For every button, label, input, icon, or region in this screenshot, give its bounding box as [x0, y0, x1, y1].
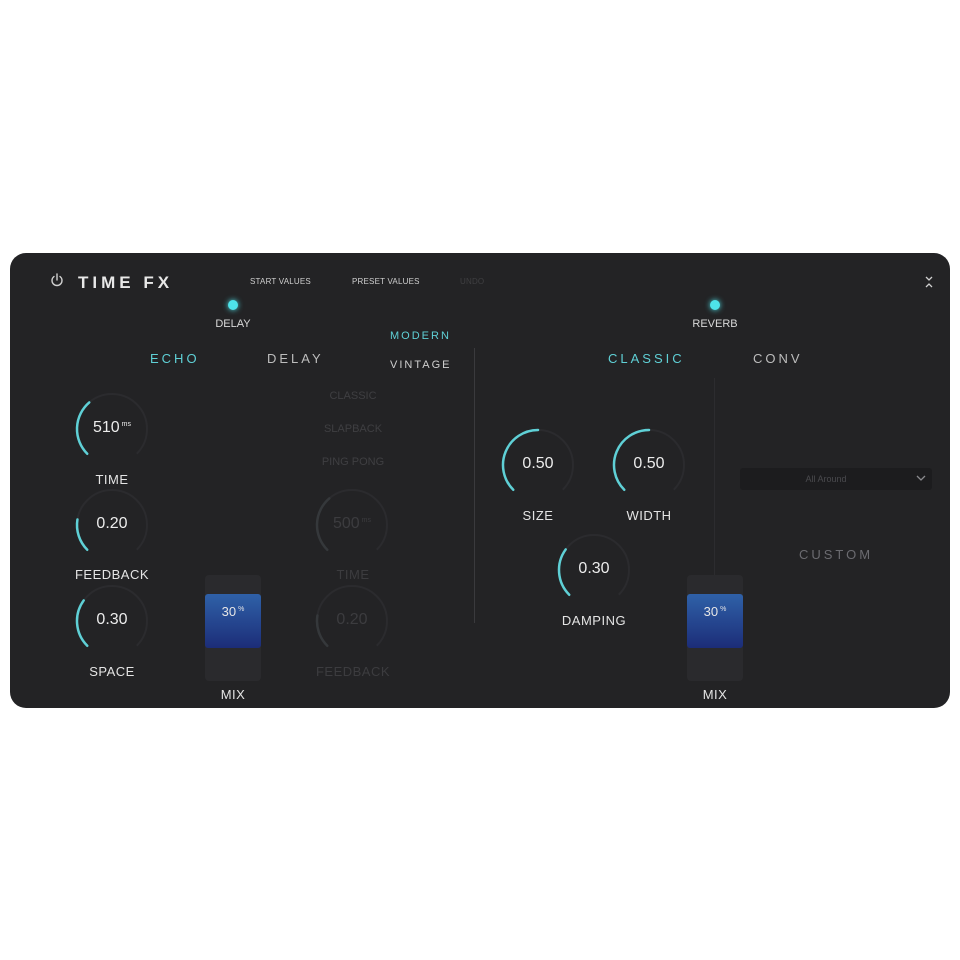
delay-mode-classic[interactable]: CLASSIC: [329, 390, 376, 402]
delay-feedback-knob[interactable]: 0.20: [314, 583, 390, 659]
custom-button[interactable]: CUSTOM: [799, 547, 873, 562]
time-knob-value: 510 ms: [92, 419, 132, 436]
width-knob-value: 0.50: [633, 455, 665, 472]
delay-feedback-knob-value: 0.20: [336, 611, 368, 628]
delay-time-knob[interactable]: 500 ms: [314, 487, 390, 563]
chevron-down-icon: [916, 475, 926, 481]
time-fx-panel: TIME FX START VALUES PRESET VALUES UNDO …: [10, 253, 950, 708]
delay-mix-fill: 30%: [205, 594, 261, 648]
size-knob-label: SIZE: [522, 508, 554, 523]
tab-delay[interactable]: DELAY: [267, 351, 324, 366]
start-values-button[interactable]: START VALUES: [250, 277, 311, 286]
delay-enable-led[interactable]: [228, 300, 238, 310]
feedback-knob-label: FEEDBACK: [74, 567, 150, 582]
section-divider: [474, 348, 475, 623]
width-knob-label: WIDTH: [626, 508, 672, 523]
space-knob-value: 0.30: [96, 611, 128, 628]
delay-mix-label: MIX: [220, 687, 246, 702]
style-vintage[interactable]: VINTAGE: [390, 359, 451, 371]
damping-knob-label: DAMPING: [561, 613, 627, 628]
feedback-knob-value: 0.20: [96, 515, 128, 532]
reverb-mix-fader[interactable]: 30%: [687, 575, 743, 681]
reverb-preset-dropdown[interactable]: All Around: [740, 468, 932, 490]
time-knob-label: TIME: [95, 472, 129, 487]
size-knob[interactable]: 0.50: [500, 427, 576, 503]
reverb-mix-value: 30%: [703, 604, 727, 619]
width-knob[interactable]: 0.50: [611, 427, 687, 503]
style-modern[interactable]: MODERN: [390, 330, 451, 342]
undo-button[interactable]: UNDO: [460, 277, 484, 286]
time-knob[interactable]: 510 ms: [74, 391, 150, 467]
delay-section-label: DELAY: [215, 318, 251, 330]
delay-time-knob-value: 500 ms: [332, 515, 372, 532]
size-knob-value: 0.50: [522, 455, 554, 472]
feedback-knob[interactable]: 0.20: [74, 487, 150, 563]
tab-echo[interactable]: ECHO: [150, 351, 200, 366]
reverb-mix-fill: 30%: [687, 594, 743, 648]
tab-conv[interactable]: CONV: [753, 351, 803, 366]
tab-classic[interactable]: CLASSIC: [608, 351, 685, 366]
delay-mode-slapback[interactable]: SLAPBACK: [324, 423, 382, 435]
reverb-preset-selected: All Around: [805, 474, 847, 484]
collapse-icon[interactable]: [924, 275, 934, 289]
damping-knob-value: 0.30: [578, 560, 610, 577]
space-knob-label: SPACE: [89, 664, 135, 679]
power-icon[interactable]: [50, 273, 64, 287]
delay-mode-ping-pong[interactable]: PING PONG: [322, 456, 384, 468]
delay-time-knob-label: TIME: [336, 567, 370, 582]
delay-mix-value: 30%: [221, 604, 245, 619]
reverb-enable-led[interactable]: [710, 300, 720, 310]
preset-values-button[interactable]: PRESET VALUES: [352, 277, 420, 286]
space-knob[interactable]: 0.30: [74, 583, 150, 659]
reverb-section-label: REVERB: [692, 318, 738, 330]
delay-mix-fader[interactable]: 30%: [205, 575, 261, 681]
delay-feedback-knob-label: FEEDBACK: [315, 664, 391, 679]
damping-knob[interactable]: 0.30: [556, 532, 632, 608]
plugin-title: TIME FX: [78, 273, 174, 292]
reverb-mix-label: MIX: [702, 687, 728, 702]
